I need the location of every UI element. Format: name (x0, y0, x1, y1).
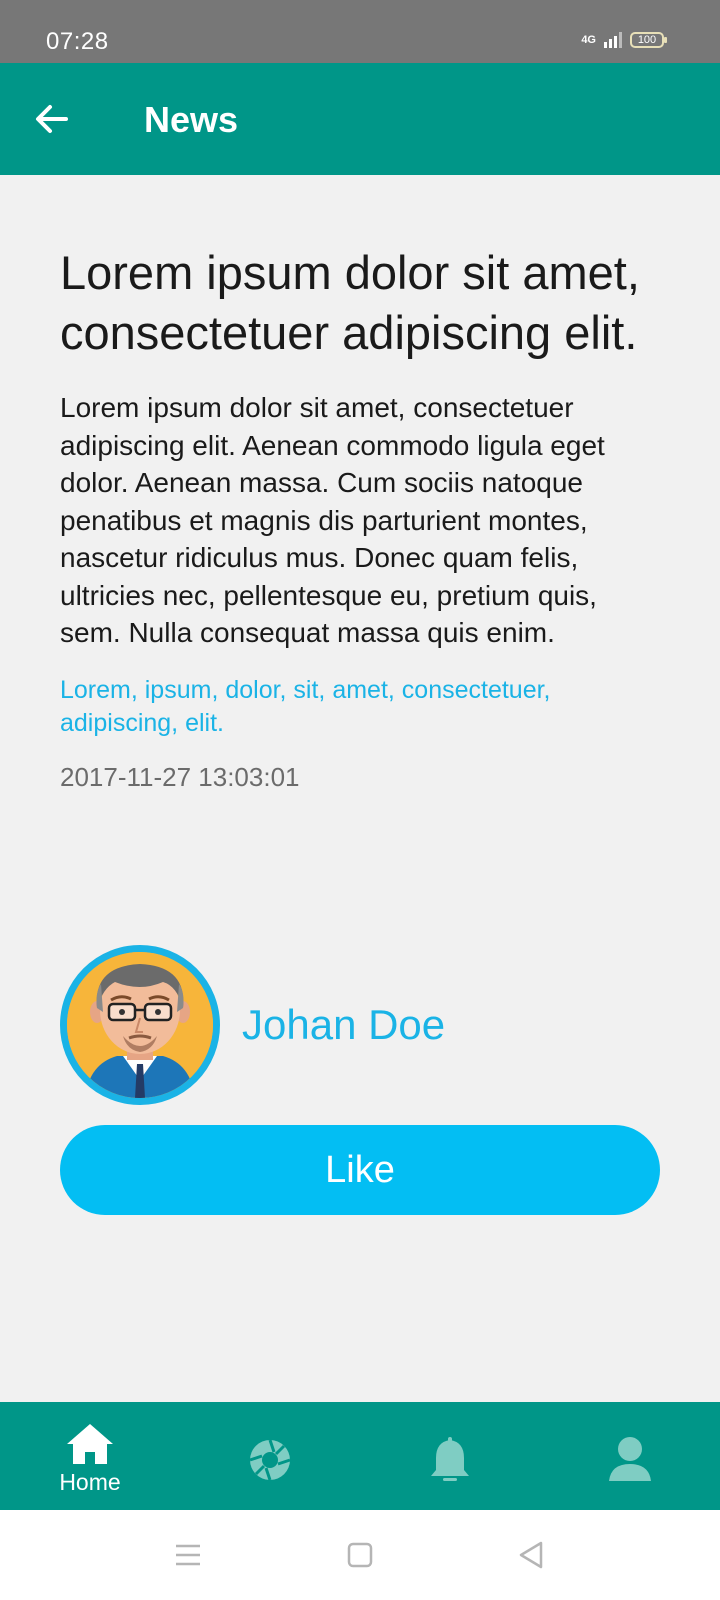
menu-icon[interactable] (173, 1540, 203, 1570)
battery-icon: 100 (630, 32, 667, 48)
article: Lorem ipsum dolor sit amet, consectetuer… (60, 175, 660, 793)
article-timestamp: 2017-11-27 13:03:01 (60, 761, 300, 792)
nav-label-home: Home (59, 1469, 121, 1495)
avatar[interactable] (60, 945, 220, 1105)
article-title: Lorem ipsum dolor sit amet, consectetuer… (60, 246, 640, 359)
back-button[interactable] (32, 99, 72, 139)
status-icons: 4G 100 (581, 32, 667, 48)
back-triangle-icon[interactable] (516, 1540, 546, 1570)
aperture-icon (249, 1439, 291, 1481)
app-bar: News (0, 63, 720, 175)
article-body: Lorem ipsum dolor sit amet, consectetuer… (60, 392, 605, 648)
bell-icon (431, 1437, 469, 1481)
battery-level: 100 (637, 34, 657, 46)
avatar-illustration (67, 952, 213, 1098)
nav-item-explore[interactable] (180, 1402, 360, 1510)
page-title: News (144, 99, 239, 140)
status-time: 07:28 (46, 28, 109, 55)
bottom-nav: Home (0, 1402, 720, 1510)
nav-item-profile[interactable] (540, 1402, 720, 1510)
signal-icon (604, 32, 622, 48)
home-icon (67, 1424, 113, 1464)
arrow-left-icon (36, 105, 68, 133)
status-bar: 07:28 4G 100 (0, 0, 720, 63)
author-name[interactable]: Johan Doe (242, 1001, 445, 1049)
system-nav-bar (0, 1510, 720, 1600)
article-tags[interactable]: Lorem, ipsum, dolor, sit, amet, consecte… (60, 674, 660, 740)
nav-item-notifications[interactable] (360, 1402, 540, 1510)
square-icon[interactable] (345, 1540, 375, 1570)
network-label: 4G (581, 34, 596, 46)
user-icon (609, 1437, 651, 1481)
author-row: Johan Doe (60, 945, 445, 1105)
like-button[interactable]: Like (60, 1125, 660, 1215)
nav-item-home[interactable]: Home (0, 1402, 180, 1510)
